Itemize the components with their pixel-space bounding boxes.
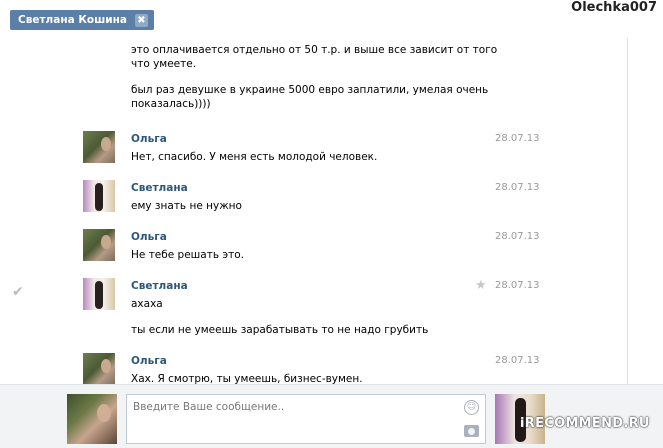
message-date[interactable]: 28.07.13 [495,280,540,291]
avatar[interactable] [83,229,115,261]
message-date[interactable]: 28.07.13 [495,182,540,193]
avatar[interactable] [83,278,115,310]
message-history[interactable]: это оплачивается отдельно от 50 т.р. и в… [0,38,628,384]
message-author[interactable]: Светлана [131,280,188,292]
message-author[interactable]: Светлана [131,182,188,194]
message-text: ахаха [131,298,163,310]
message-author[interactable]: Ольга [131,231,167,243]
avatar[interactable] [83,131,115,163]
avatar[interactable] [83,180,115,212]
avatar[interactable] [83,353,115,384]
star-icon[interactable]: ★ [475,278,487,293]
message-input[interactable]: Введите Ваше сообщение.. [126,394,486,444]
own-avatar[interactable] [67,394,117,444]
close-icon[interactable]: ✖ [134,13,148,27]
top-bar: Светлана Кошина ✖ Olechka007 [0,0,663,38]
message-text: это оплачивается отдельно от 50 т.р. и в… [131,44,498,56]
message-text: что умеете. [131,58,197,70]
tab-title: Светлана Кошина [18,14,127,26]
message-text: ты если не умеешь зарабатывать то не над… [131,324,429,336]
message-text: показалась)))) [131,98,211,110]
conversation-tab[interactable]: Светлана Кошина ✖ [10,10,154,30]
message-text: Нет, спасибо. У меня есть молодой челове… [131,151,378,163]
message-author[interactable]: Ольга [131,133,167,145]
message-text: Хах. Я смотрю, ты умеешь, бизнес-вумен. [131,373,363,384]
message-date[interactable]: 28.07.13 [495,355,540,366]
message-date[interactable]: 28.07.13 [495,231,540,242]
message-author[interactable]: Ольга [131,355,167,367]
camera-icon[interactable] [464,425,479,437]
message-text: ему знать не нужно [131,200,242,212]
watermark-username: Olechka007 [571,0,657,15]
message-text: Не тебе решать это. [131,249,244,261]
smile-icon[interactable]: ☺ [464,400,479,415]
check-icon[interactable]: ✔ [12,284,24,300]
brand-watermark: iRECOMMEND.RU [520,416,650,431]
message-text: был раз девушке в украине 5000 евро запл… [131,84,489,96]
message-date[interactable]: 28.07.13 [495,133,540,144]
